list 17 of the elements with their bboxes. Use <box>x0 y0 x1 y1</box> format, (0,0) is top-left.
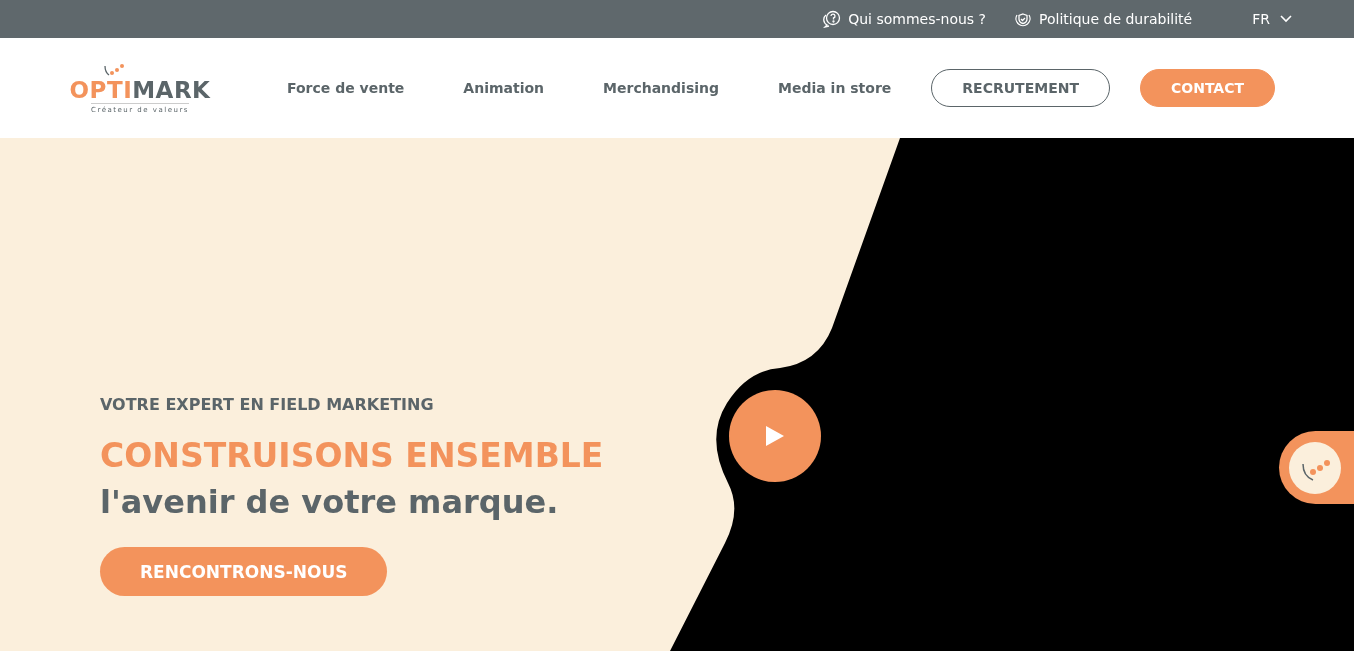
hero-eyebrow: VOTRE EXPERT EN FIELD MARKETING <box>100 395 434 414</box>
chevron-down-icon <box>1280 15 1292 23</box>
nav-link[interactable]: Media in store <box>778 80 892 96</box>
top-link[interactable]: Politique de durabilité <box>1014 10 1193 28</box>
hero-title: CONSTRUISONS ENSEMBLE <box>100 436 604 475</box>
language-selector[interactable]: FR <box>1252 11 1292 27</box>
play-icon <box>764 424 786 448</box>
hero-subtitle: l'avenir de votre marque. <box>100 483 559 521</box>
shield-icon <box>1014 10 1032 28</box>
recruitment-button[interactable]: RECRUTEMENT <box>931 69 1110 107</box>
question-bubble-icon <box>821 10 842 28</box>
nav-link[interactable]: Animation <box>463 80 545 96</box>
side-widget-button[interactable] <box>1279 431 1354 504</box>
top-link[interactable]: Qui sommes-nous ? <box>821 10 986 28</box>
logo-dots-icon <box>1289 441 1341 494</box>
nav-link[interactable]: Force de vente <box>287 80 405 96</box>
nav-link[interactable]: Merchandising <box>603 80 720 96</box>
